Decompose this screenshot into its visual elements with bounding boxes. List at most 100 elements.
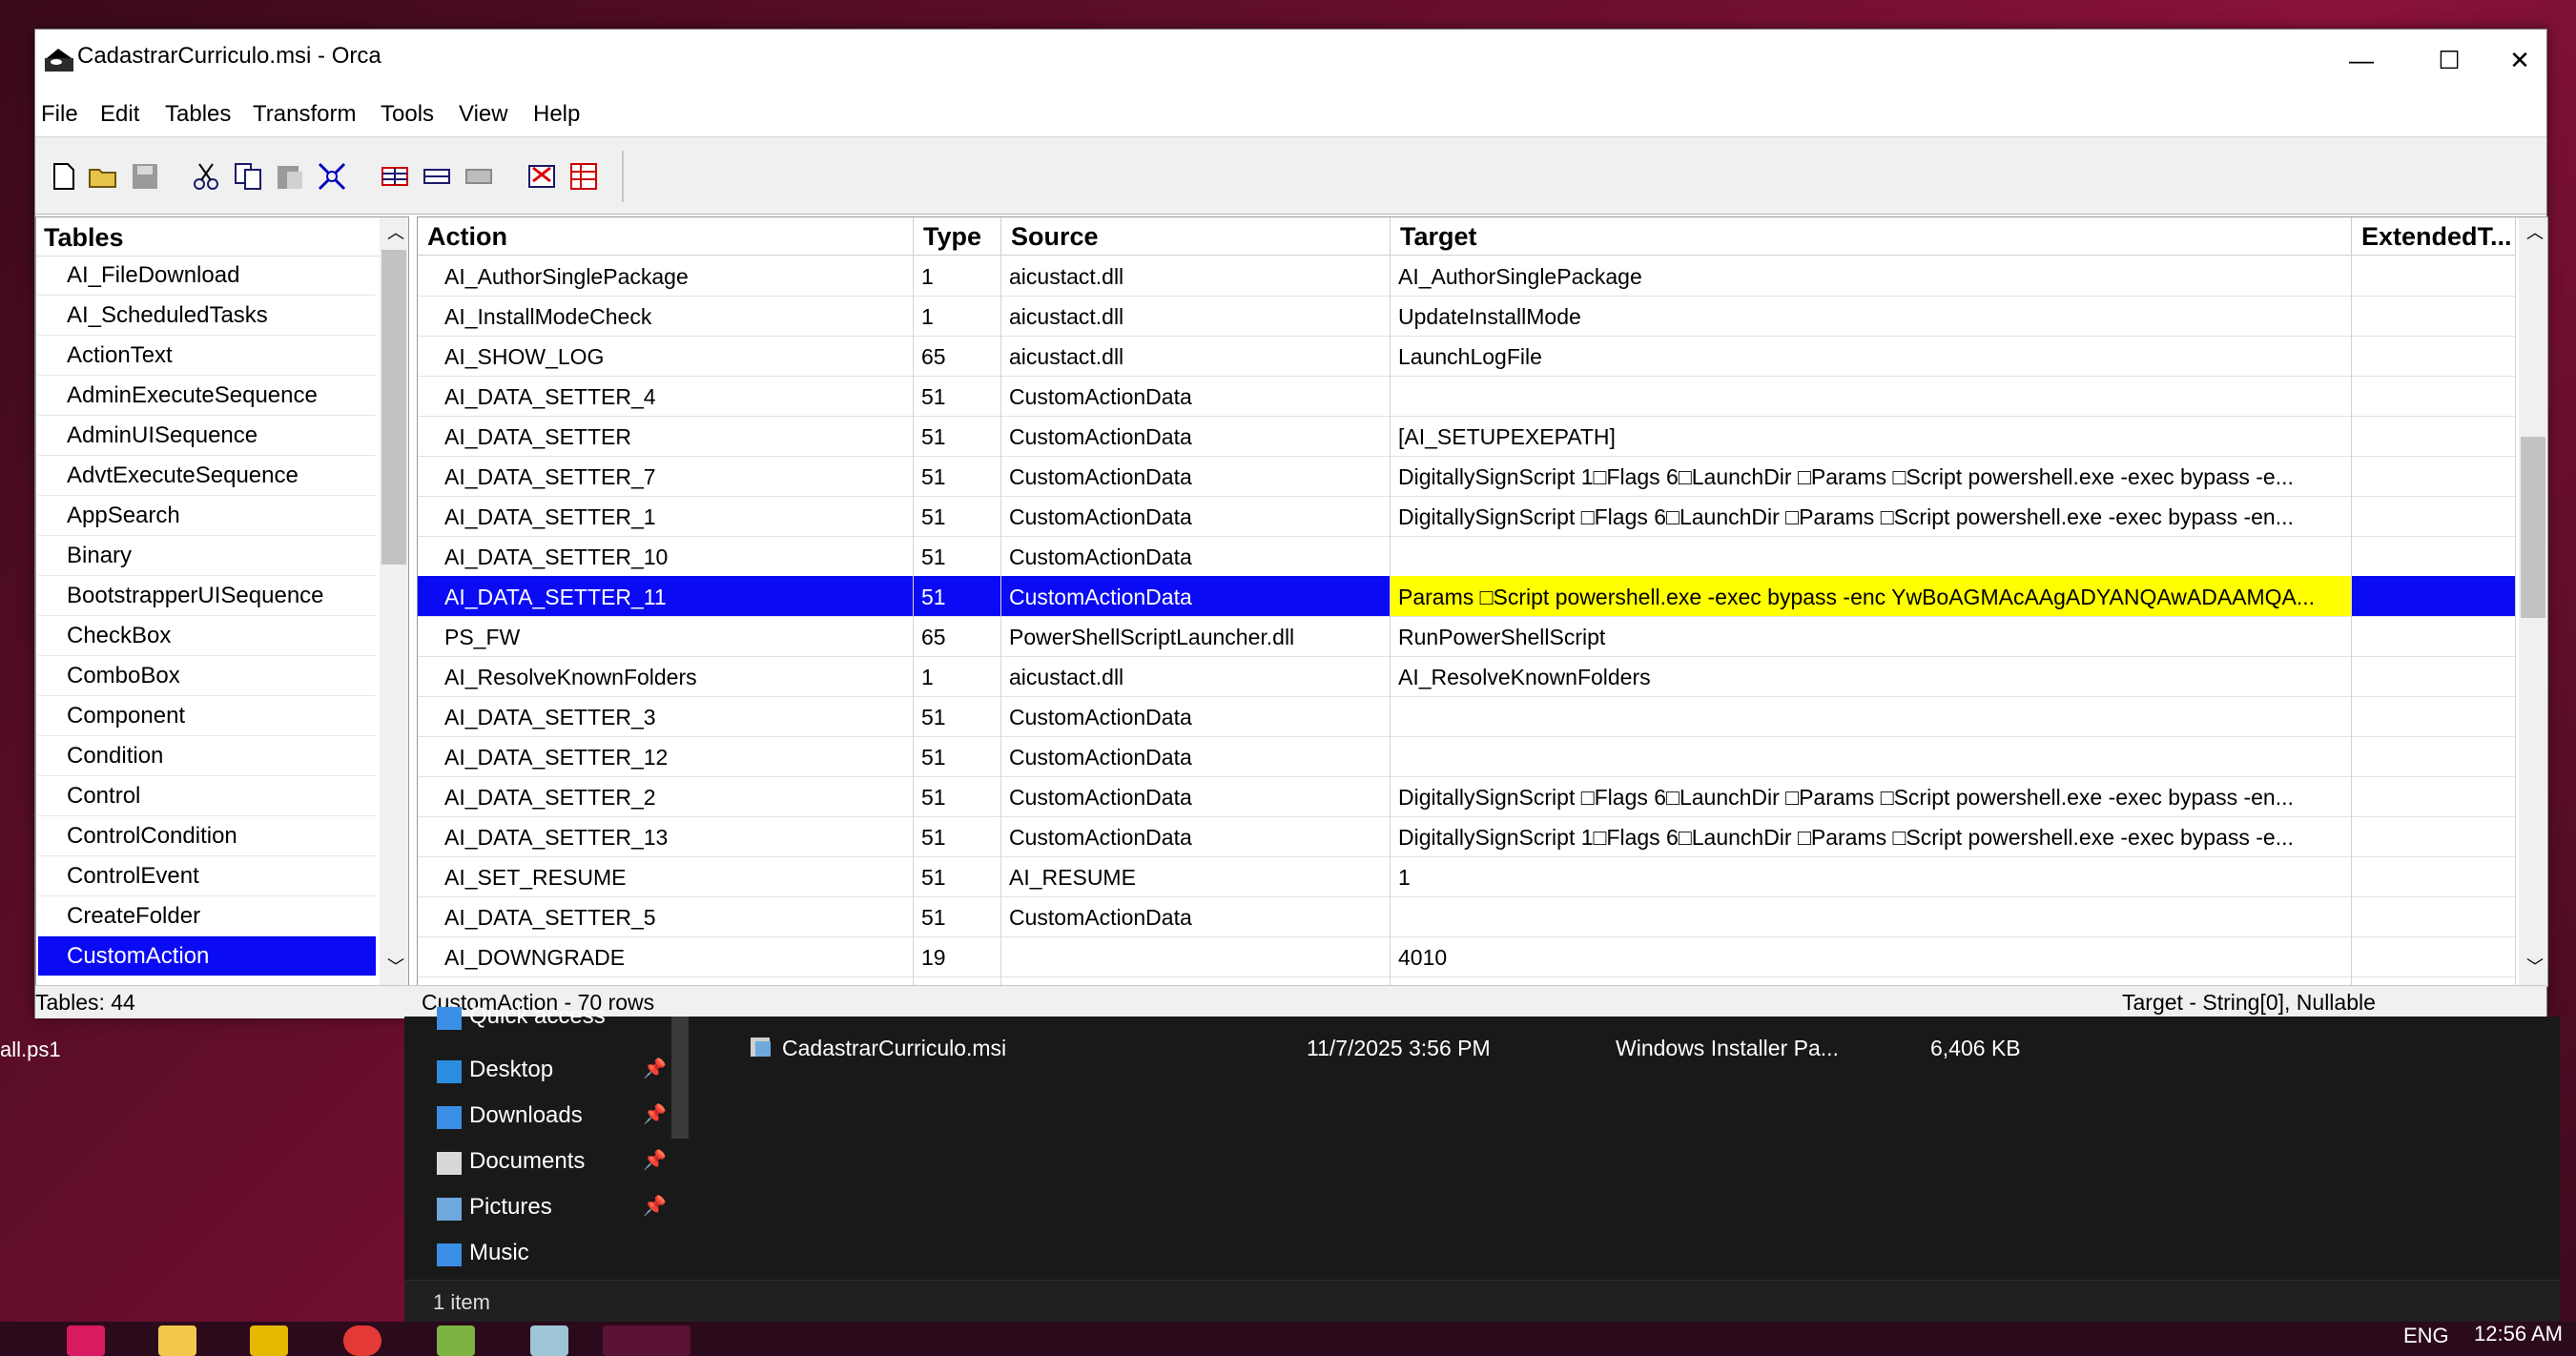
table-row[interactable]: AI_InstallModeCheck 1 aicustact.dll UpdateI… (418, 296, 2516, 337)
tables-icon[interactable] (379, 160, 411, 193)
cell-type[interactable]: 51 (914, 416, 1001, 456)
cell-target[interactable]: [AI_SETUPEXEPATH] (1391, 416, 2352, 456)
clock[interactable]: 12:56 AM (2474, 1322, 2563, 1346)
scroll-down-icon[interactable]: ﹀ (2526, 954, 2544, 978)
table-list-item[interactable]: AdminUISequence (38, 416, 376, 456)
cell-action[interactable]: AI_InstallModeCheck (418, 296, 914, 336)
cell-source[interactable]: aicustact.dll (1001, 336, 1391, 376)
cell-extended-type[interactable] (2352, 736, 2516, 776)
scroll-down-icon[interactable]: ﹀ (387, 954, 404, 978)
table-row[interactable]: AI_AuthorSinglePackage 1 aicustact.dll AI_A… (418, 256, 2516, 297)
cell-target[interactable]: AI_ResolveKnownFolders (1391, 656, 2352, 696)
app-icon[interactable] (530, 1325, 568, 1356)
drop-row-icon[interactable] (463, 160, 495, 193)
table-row[interactable]: AI_DATA_SETTER_5 51 CustomActionData (418, 896, 2516, 937)
cell-source[interactable]: CustomActionData (1001, 816, 1391, 856)
nav-item-quick-access[interactable]: Quick access (469, 1003, 606, 1030)
table-list-item[interactable]: Component (38, 696, 376, 736)
tables-scrollbar[interactable]: ︿ ﹀ (380, 217, 408, 986)
cell-source[interactable]: CustomActionData (1001, 776, 1391, 816)
cell-type[interactable]: 51 (914, 696, 1001, 736)
cell-extended-type[interactable] (2352, 256, 2516, 296)
cell-extended-type[interactable] (2352, 456, 2516, 496)
cell-type[interactable]: 19 (914, 936, 1001, 976)
cell-source[interactable]: CustomActionData (1001, 496, 1391, 536)
table-row[interactable]: AI_DATA_SETTER_10 51 CustomActionData (418, 536, 2516, 577)
cell-extended-type[interactable] (2352, 656, 2516, 696)
menu-tools[interactable]: Tools (381, 91, 434, 136)
table-list-item[interactable]: Binary (38, 536, 376, 576)
cell-extended-type[interactable] (2352, 856, 2516, 896)
save-icon[interactable] (129, 160, 161, 193)
cell-type[interactable]: 1 (914, 296, 1001, 336)
notepad-icon[interactable] (437, 1325, 475, 1356)
cell-source[interactable] (1001, 936, 1391, 976)
cell-target[interactable]: DigitallySignScript 1□Flags 6□LaunchDir … (1391, 816, 2352, 856)
cell-source[interactable]: aicustact.dll (1001, 296, 1391, 336)
cell-action[interactable]: AI_DATA_SETTER_7 (418, 456, 914, 496)
cell-source[interactable]: CustomActionData (1001, 536, 1391, 576)
cell-action[interactable]: AI_AuthorSinglePackage (418, 256, 914, 296)
cell-type[interactable]: 51 (914, 456, 1001, 496)
table-row[interactable]: AI_DOWNGRADE 19 4010 (418, 936, 2516, 977)
table-row[interactable]: AI_DATA_SETTER_12 51 CustomActionData (418, 736, 2516, 777)
table-list-item[interactable]: Condition (38, 736, 376, 776)
menu-tables[interactable]: Tables (165, 91, 231, 136)
cell-extended-type[interactable] (2352, 376, 2516, 416)
column-header-extended-type[interactable]: ExtendedT... (2352, 217, 2516, 256)
cell-extended-type[interactable] (2352, 416, 2516, 456)
new-icon[interactable] (47, 160, 79, 193)
tables-scroll-thumb[interactable] (381, 250, 406, 565)
cell-extended-type[interactable] (2352, 896, 2516, 936)
cell-type[interactable]: 65 (914, 616, 1001, 656)
cell-action[interactable]: AI_ResolveKnownFolders (418, 656, 914, 696)
cell-source[interactable]: CustomActionData (1001, 376, 1391, 416)
cell-extended-type[interactable] (2352, 536, 2516, 576)
cell-target[interactable] (1391, 536, 2352, 576)
table-row[interactable]: AI_DATA_SETTER_3 51 CustomActionData (418, 696, 2516, 737)
cell-action[interactable]: AI_DATA_SETTER_5 (418, 896, 914, 936)
scroll-up-icon[interactable]: ︿ (387, 219, 404, 244)
orca-taskbar-icon[interactable] (603, 1325, 690, 1356)
cell-source[interactable]: CustomActionData (1001, 416, 1391, 456)
table-row[interactable]: AI_SET_RESUME 51 AI_RESUME 1 (418, 856, 2516, 897)
cell-action[interactable]: AI_DATA_SETTER_2 (418, 776, 914, 816)
cell-type[interactable]: 51 (914, 576, 1001, 616)
nav-item-documents[interactable]: Documents (469, 1148, 585, 1175)
table-list-item[interactable]: ComboBox (38, 656, 376, 696)
cell-type[interactable]: 51 (914, 816, 1001, 856)
table-row[interactable]: AI_DATA_SETTER_1 51 CustomActionData Digita… (418, 496, 2516, 537)
table-row[interactable]: AI_DATA_SETTER_13 51 CustomActionData Digit… (418, 816, 2516, 857)
cell-type[interactable]: 51 (914, 736, 1001, 776)
merge-icon[interactable] (567, 160, 600, 193)
cell-source[interactable]: aicustact.dll (1001, 656, 1391, 696)
add-row-icon[interactable] (421, 160, 453, 193)
nav-item-desktop[interactable]: Desktop (469, 1057, 553, 1083)
cell-action[interactable]: AI_DOWNGRADE (418, 936, 914, 976)
menu-edit[interactable]: Edit (100, 91, 139, 136)
cell-target[interactable]: DigitallySignScript □Flags 6□LaunchDir □… (1391, 496, 2352, 536)
cell-source[interactable]: CustomActionData (1001, 736, 1391, 776)
nav-item-pictures[interactable]: Pictures (469, 1194, 552, 1221)
cell-type[interactable]: 51 (914, 776, 1001, 816)
table-list-item[interactable]: CheckBox (38, 616, 376, 656)
cell-target[interactable] (1391, 736, 2352, 776)
table-list-item[interactable]: BootstrapperUISequence (38, 576, 376, 616)
nav-scrollbar[interactable] (671, 1017, 689, 1139)
cell-type[interactable]: 51 (914, 536, 1001, 576)
cell-source[interactable]: CustomActionData (1001, 896, 1391, 936)
table-row[interactable]: AI_DATA_SETTER_4 51 CustomActionData (418, 376, 2516, 417)
cell-target[interactable]: DigitallySignScript 1□Flags 6□LaunchDir … (1391, 456, 2352, 496)
cell-extended-type[interactable] (2352, 496, 2516, 536)
cell-target[interactable]: DigitallySignScript □Flags 6□LaunchDir □… (1391, 776, 2352, 816)
cell-source[interactable]: CustomActionData (1001, 696, 1391, 736)
column-header-type[interactable]: Type (914, 217, 1001, 256)
cell-type[interactable]: 51 (914, 856, 1001, 896)
column-header-target[interactable]: Target (1391, 217, 2352, 256)
cell-source[interactable]: AI_RESUME (1001, 856, 1391, 896)
table-row[interactable]: AI_SHOW_LOG 65 aicustact.dll LaunchLogFile (418, 336, 2516, 377)
scroll-up-icon[interactable]: ︿ (2526, 219, 2544, 244)
table-row[interactable]: AI_DATA_SETTER 51 CustomActionData [AI_SETU… (418, 416, 2516, 457)
table-list-item[interactable]: AI_ScheduledTasks (38, 296, 376, 336)
cut-icon[interactable] (190, 160, 222, 193)
